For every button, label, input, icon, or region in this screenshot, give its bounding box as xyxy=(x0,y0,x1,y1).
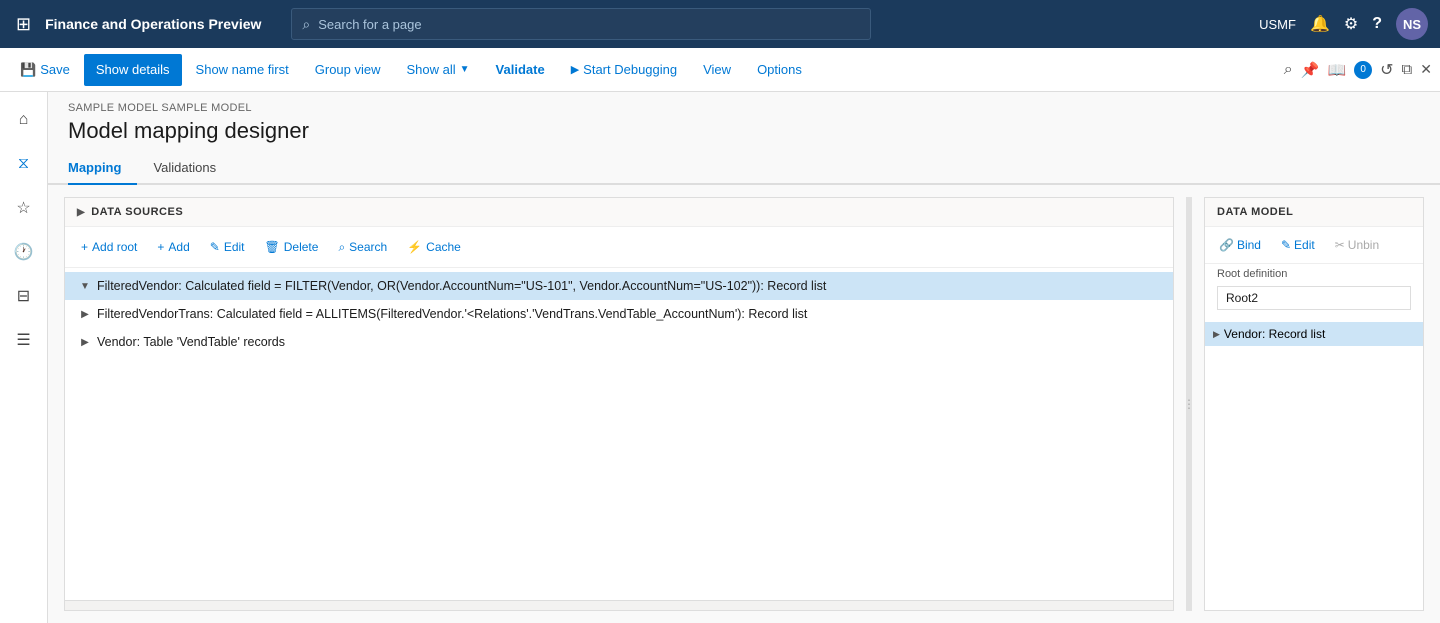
unbin-icon: ✂ xyxy=(1335,238,1345,252)
view-button[interactable]: View xyxy=(691,54,743,86)
usmf-label[interactable]: USMF xyxy=(1259,17,1296,32)
avatar[interactable]: NS xyxy=(1396,8,1428,40)
add-root-button[interactable]: + Add root xyxy=(73,233,145,261)
ds-toolbar: + Add root + Add ✎ Edit 🗑 Delete xyxy=(65,227,1173,268)
side-nav: ⌂ ⧖ ☆ 🕐 ⊟ ☰ xyxy=(0,92,48,623)
main-layout: ⌂ ⧖ ☆ 🕐 ⊟ ☰ SAMPLE MODEL SAMPLE MODEL Mo… xyxy=(0,92,1440,623)
root-definition-value: Root2 xyxy=(1217,286,1411,310)
add-root-icon: + xyxy=(81,240,88,254)
options-button[interactable]: Options xyxy=(745,54,814,86)
cache-button[interactable]: ⚡ Cache xyxy=(399,233,469,261)
top-nav-right: USMF 🔔 ⚙ ? NS xyxy=(1259,8,1428,40)
save-icon: 💾 xyxy=(20,62,36,78)
bell-icon[interactable]: 🔔 xyxy=(1310,14,1330,34)
read-mode-icon[interactable]: 📖 xyxy=(1327,61,1346,79)
edit-button[interactable]: ✎ Edit xyxy=(202,233,253,261)
search-box[interactable]: ⌕ xyxy=(291,8,871,40)
tree-item[interactable]: ▶ FilteredVendorTrans: Calculated field … xyxy=(65,300,1173,328)
delete-button[interactable]: 🗑 Delete xyxy=(257,233,327,261)
group-view-button[interactable]: Group view xyxy=(303,54,393,86)
dm-chevron-right-icon: ▶ xyxy=(1213,329,1220,340)
mapping-area: ▶ DATA SOURCES + Add root + Add ✎ Edit xyxy=(48,185,1440,623)
notification-badge[interactable]: 0 xyxy=(1354,61,1372,79)
tree-item-text: FilteredVendorTrans: Calculated field = … xyxy=(97,307,1165,321)
chevron-right-icon: ▶ xyxy=(77,334,93,350)
ds-expand-chevron[interactable]: ▶ xyxy=(77,207,85,218)
debug-icon: ▶ xyxy=(571,63,579,76)
root-definition-label: Root definition xyxy=(1205,264,1423,284)
delete-icon: 🗑 xyxy=(265,240,280,254)
search-icon: ⌕ xyxy=(302,16,310,33)
edit-icon: ✎ xyxy=(210,240,220,254)
cache-icon: ⚡ xyxy=(407,240,422,254)
unbin-button[interactable]: ✂ Unbin xyxy=(1329,233,1385,257)
ds-section-title: DATA SOURCES xyxy=(91,206,183,218)
resize-divider[interactable] xyxy=(1186,197,1192,611)
app-title: Finance and Operations Preview xyxy=(45,16,261,32)
chevron-down-icon: ▼ xyxy=(77,278,93,294)
refresh-icon[interactable]: ↺ xyxy=(1380,60,1393,80)
search-toolbar-icon[interactable]: ⌕ xyxy=(1284,61,1293,79)
dm-edit-icon: ✎ xyxy=(1281,238,1291,252)
tree-item-text: FilteredVendor: Calculated field = FILTE… xyxy=(97,279,1165,293)
tree-item[interactable]: ▶ Vendor: Table 'VendTable' records xyxy=(65,328,1173,356)
open-new-icon[interactable]: ⧉ xyxy=(1402,61,1413,78)
top-nav-bar: ⊞ Finance and Operations Preview ⌕ USMF … xyxy=(0,0,1440,48)
save-button[interactable]: 💾 Save xyxy=(8,54,82,86)
grid-icon[interactable]: ⊞ xyxy=(12,10,35,39)
close-icon[interactable]: ✕ xyxy=(1420,61,1432,78)
tree-item-text: Vendor: Table 'VendTable' records xyxy=(97,335,1165,349)
sidebar-item-workspaces[interactable]: ⊟ xyxy=(4,276,44,316)
dm-toolbar: 🔗 Bind ✎ Edit ✂ Unbin xyxy=(1205,227,1423,264)
breadcrumb: SAMPLE MODEL SAMPLE MODEL xyxy=(48,92,1440,114)
show-all-button[interactable]: Show all ▼ xyxy=(395,54,482,86)
tab-validations[interactable]: Validations xyxy=(153,152,232,185)
start-debugging-button[interactable]: ▶ Start Debugging xyxy=(559,54,689,86)
horizontal-scrollbar[interactable] xyxy=(65,600,1173,610)
show-name-first-button[interactable]: Show name first xyxy=(184,54,301,86)
sidebar-item-recent[interactable]: 🕐 xyxy=(4,232,44,272)
gear-icon[interactable]: ⚙ xyxy=(1344,14,1358,34)
add-button[interactable]: + Add xyxy=(149,233,197,261)
dm-tree: ▶ Vendor: Record list xyxy=(1205,318,1423,610)
main-content: SAMPLE MODEL SAMPLE MODEL Model mapping … xyxy=(48,92,1440,623)
search-input[interactable] xyxy=(318,17,860,32)
dm-tree-item[interactable]: ▶ Vendor: Record list xyxy=(1205,322,1423,346)
page-toolbar: 💾 Save Show details Show name first Grou… xyxy=(0,48,1440,92)
dm-item-text: Vendor: Record list xyxy=(1224,327,1325,341)
sidebar-item-modules[interactable]: ☰ xyxy=(4,320,44,360)
sidebar-item-favorites[interactable]: ☆ xyxy=(4,188,44,228)
bind-button[interactable]: 🔗 Bind xyxy=(1213,233,1267,257)
chevron-down-icon: ▼ xyxy=(460,64,470,75)
sidebar-item-filter[interactable]: ⧖ xyxy=(4,144,44,184)
sidebar-item-home[interactable]: ⌂ xyxy=(4,100,44,140)
pin-icon[interactable]: 📌 xyxy=(1301,61,1320,79)
search-button[interactable]: ⌕ Search xyxy=(330,233,395,261)
question-icon[interactable]: ? xyxy=(1372,15,1382,33)
page-title: Model mapping designer xyxy=(48,114,1440,152)
data-sources-panel: ▶ DATA SOURCES + Add root + Add ✎ Edit xyxy=(64,197,1174,611)
tree-item[interactable]: ▼ FilteredVendor: Calculated field = FIL… xyxy=(65,272,1173,300)
tab-mapping[interactable]: Mapping xyxy=(68,152,137,185)
validate-button[interactable]: Validate xyxy=(484,54,557,86)
dm-section-title: DATA MODEL xyxy=(1205,198,1423,227)
ds-tree: ▼ FilteredVendor: Calculated field = FIL… xyxy=(65,268,1173,600)
chevron-right-icon: ▶ xyxy=(77,306,93,322)
dm-edit-button[interactable]: ✎ Edit xyxy=(1275,233,1321,257)
data-model-panel: DATA MODEL 🔗 Bind ✎ Edit ✂ Unbin Ro xyxy=(1204,197,1424,611)
tab-bar: Mapping Validations xyxy=(48,152,1440,185)
show-details-button[interactable]: Show details xyxy=(84,54,182,86)
bind-icon: 🔗 xyxy=(1219,238,1234,252)
search-icon-sm: ⌕ xyxy=(338,240,345,255)
add-icon: + xyxy=(157,240,164,254)
